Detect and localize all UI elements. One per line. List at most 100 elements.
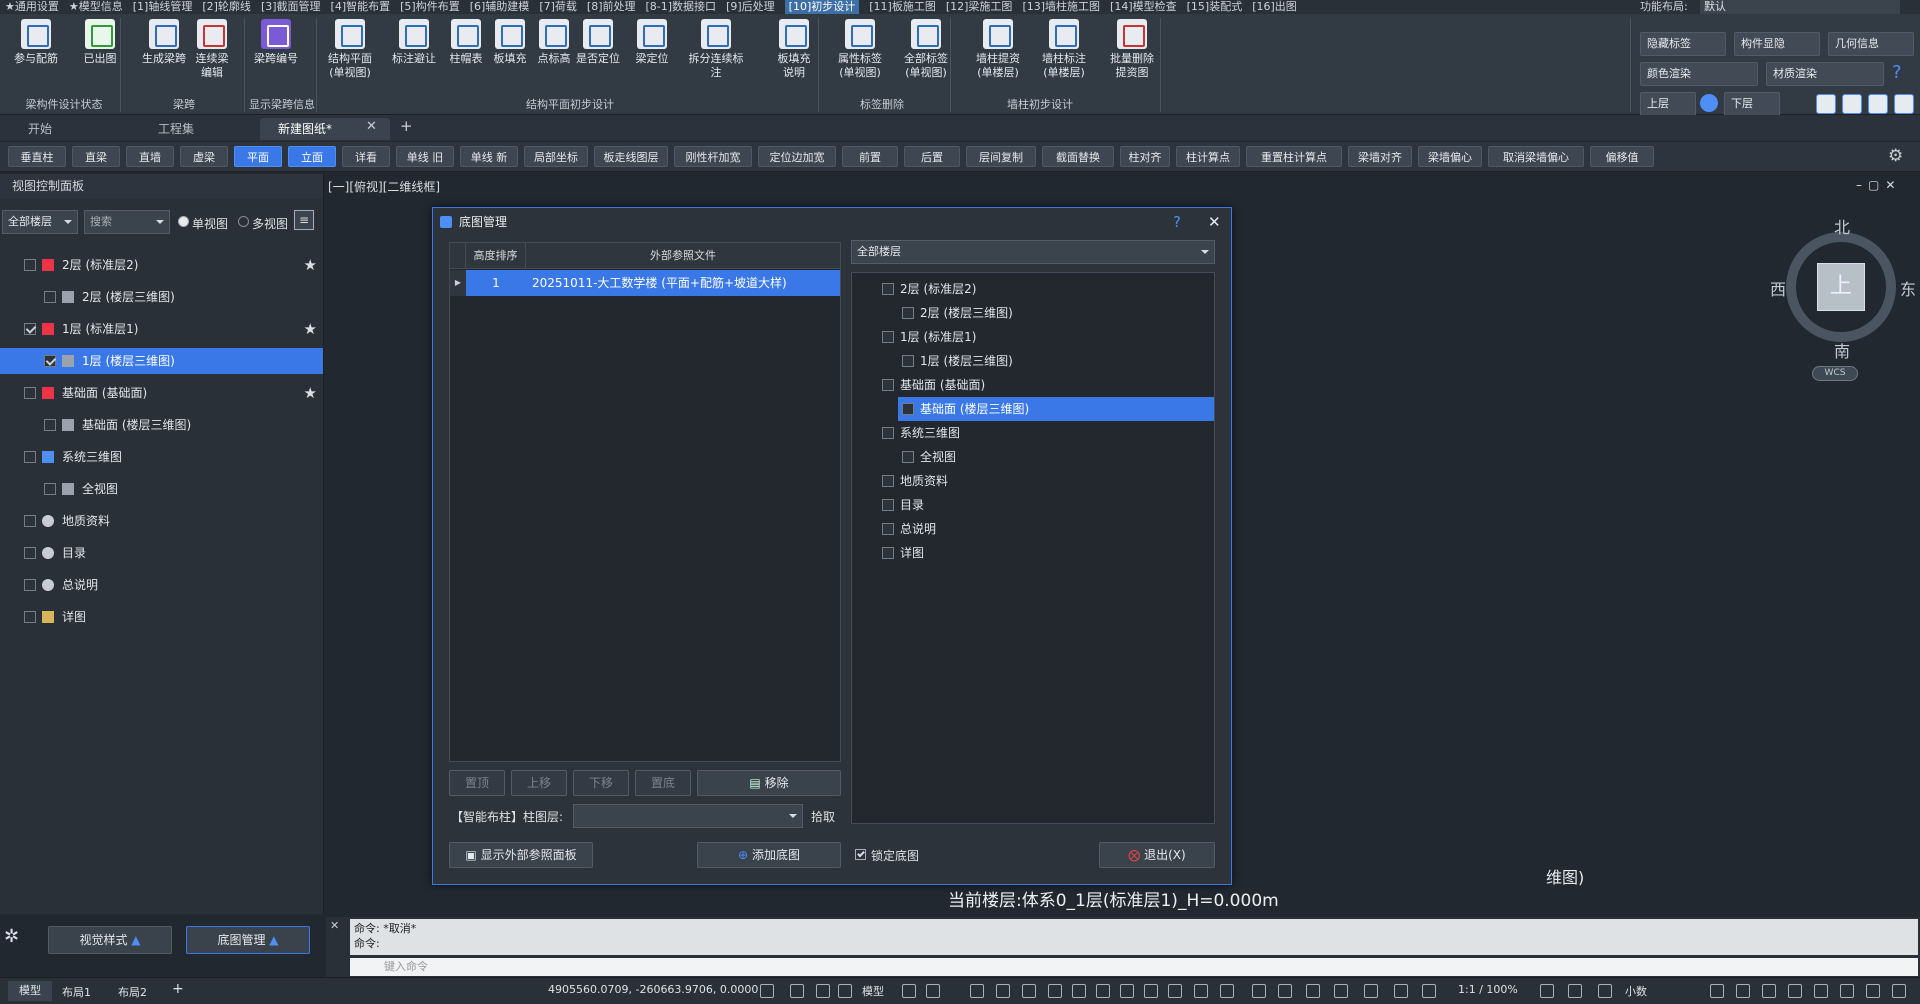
floor-tree-node[interactable]: 详图	[878, 541, 1214, 565]
status-toggle-icon[interactable]	[1252, 984, 1266, 998]
participate-rebar-button[interactable]: 参与配筋	[8, 19, 64, 66]
tree-node[interactable]: 目录	[0, 540, 323, 566]
menu-item[interactable]: [14]模型检查	[1110, 0, 1177, 14]
tree-node[interactable]: 系统三维图	[0, 444, 323, 470]
floor-tree-node[interactable]: 全视图	[898, 445, 1214, 469]
add-tab-icon[interactable]: +	[400, 117, 413, 135]
tree-checkbox[interactable]	[24, 387, 36, 399]
wcs-button[interactable]: WCS	[1812, 366, 1858, 381]
exit-button[interactable]: ⨂ 退出(X)	[1099, 842, 1215, 868]
toolbar-button[interactable]: 单线 新	[460, 146, 518, 167]
floor-tree-checkbox[interactable]	[882, 427, 894, 439]
model-space-toggle[interactable]: 模型	[862, 983, 884, 999]
compass-south[interactable]: 南	[1834, 338, 1850, 362]
tree-checkbox[interactable]	[44, 291, 56, 303]
floor-tree-checkbox[interactable]	[882, 475, 894, 487]
toolbar-button[interactable]: 垂直柱	[8, 146, 66, 167]
toolbar-button[interactable]: 截面替换	[1042, 146, 1114, 167]
units-select[interactable]: 小数	[1625, 983, 1647, 999]
add-base-button[interactable]: ⊕ 添加底图	[697, 842, 841, 868]
status-toggle-icon[interactable]	[1048, 984, 1062, 998]
show-component-button[interactable]: 构件显隐	[1734, 32, 1820, 56]
layout-select[interactable]: 默认	[1700, 0, 1900, 14]
floor-tree-checkbox[interactable]	[902, 403, 914, 415]
tree-checkbox[interactable]	[24, 611, 36, 623]
tab-layout2[interactable]: 布局2	[118, 984, 147, 1000]
fit-view-icon[interactable]	[1868, 94, 1888, 114]
status-toggle-icon[interactable]	[816, 984, 830, 998]
status-toggle-icon[interactable]	[838, 984, 852, 998]
status-toggle-icon[interactable]	[996, 984, 1010, 998]
pick-button[interactable]: 拾取	[811, 808, 835, 825]
toolbar-button[interactable]: 柱对齐	[1120, 146, 1170, 167]
column-layer-select[interactable]	[573, 804, 803, 828]
single-view-radio[interactable]	[178, 216, 189, 227]
status-toggle-icon[interactable]	[1168, 984, 1182, 998]
tree-node[interactable]: 全视图	[0, 476, 323, 502]
show-ref-panel-button[interactable]: ▣ 显示外部参照面板	[449, 842, 593, 868]
toolbar-button[interactable]: 局部坐标	[524, 146, 588, 167]
view-mode-label[interactable]: [一][俯视][二维线框]	[328, 178, 440, 195]
status-toggle-icon[interactable]	[1220, 984, 1234, 998]
floor-tree-checkbox[interactable]	[902, 451, 914, 463]
floor-tree-checkbox[interactable]	[902, 307, 914, 319]
tree-node[interactable]: 2层 (楼层三维图)	[0, 284, 323, 310]
menu-item[interactable]: [10]初步设计	[784, 0, 860, 14]
base-manage-button[interactable]: 底图管理 ▲	[186, 926, 310, 954]
move-bottom-button[interactable]: 置底	[635, 770, 691, 796]
wall-column-data-button[interactable]: 墙柱提资 (单楼层)	[970, 19, 1026, 80]
status-toggle-icon[interactable]	[1540, 984, 1554, 998]
star-icon[interactable]: ★	[304, 380, 317, 406]
toolbar-button[interactable]: 后置	[904, 146, 960, 167]
floor-tree-node[interactable]: 目录	[878, 493, 1214, 517]
gear-icon[interactable]	[1700, 94, 1718, 112]
status-toggle-icon[interactable]	[760, 984, 774, 998]
col-sort-header[interactable]: 高度排序	[466, 243, 526, 269]
move-down-button[interactable]: 下移	[573, 770, 629, 796]
status-toggle-icon[interactable]	[1394, 984, 1408, 998]
toolbar-button[interactable]: 梁墙对齐	[1348, 146, 1412, 167]
close-icon[interactable]: ✕	[1208, 208, 1221, 236]
scale-readout[interactable]: 1:1 / 100%	[1458, 983, 1518, 996]
tree-checkbox[interactable]	[24, 259, 36, 271]
tree-node[interactable]: 地质资料	[0, 508, 323, 534]
floor-tree-checkbox[interactable]	[882, 331, 894, 343]
geo-info-button[interactable]: 几何信息	[1828, 32, 1914, 56]
floor-select[interactable]: 全部楼层	[851, 240, 1215, 264]
status-toggle-icon[interactable]	[970, 984, 984, 998]
status-toggle-icon[interactable]	[1306, 984, 1320, 998]
floor-tree-node[interactable]: 基础面 (楼层三维图)	[898, 397, 1214, 421]
menu-item[interactable]: [11]板施工图	[869, 0, 936, 14]
status-toggle-icon[interactable]	[1194, 984, 1208, 998]
view-cube[interactable]: 上 北 南 西 东	[1770, 218, 1916, 361]
star-icon[interactable]: ★	[304, 252, 317, 278]
toolbar-button[interactable]: 层间复制	[966, 146, 1036, 167]
status-toggle-icon[interactable]	[1788, 984, 1802, 998]
menu-item[interactable]: ★通用设置	[5, 0, 59, 14]
menu-item[interactable]: [1]轴线管理	[133, 0, 193, 14]
move-up-button[interactable]: 上移	[511, 770, 567, 796]
attr-label-button[interactable]: 属性标签 (单视图)	[832, 19, 888, 80]
tree-checkbox[interactable]	[24, 547, 36, 559]
status-toggle-icon[interactable]	[1892, 984, 1906, 998]
toolbar-button[interactable]: 立面	[288, 146, 336, 167]
status-toggle-icon[interactable]	[1096, 984, 1110, 998]
star-icon[interactable]: ★	[304, 316, 317, 342]
help-icon[interactable]: ?	[1173, 208, 1181, 236]
col-file-header[interactable]: 外部参照文件	[526, 243, 840, 269]
menu-item[interactable]: [9]后处理	[726, 0, 775, 14]
floor-tree-node[interactable]: 1层 (标准层1)	[878, 325, 1214, 349]
page-icon[interactable]	[1894, 94, 1914, 114]
tab-layout1[interactable]: 布局1	[62, 984, 91, 1000]
toolbar-button[interactable]: 板走线图层	[594, 146, 668, 167]
hide-label-button[interactable]: 隐藏标签	[1640, 32, 1726, 56]
status-toggle-icon[interactable]	[1278, 984, 1292, 998]
menu-item[interactable]: [15]装配式	[1187, 0, 1243, 14]
floor-tree-node[interactable]: 基础面 (基础面)	[878, 373, 1214, 397]
color-render-select[interactable]: 颜色渲染	[1640, 62, 1758, 86]
toolbar-button[interactable]: 直梁	[72, 146, 120, 167]
toolbar-button[interactable]: 重置柱计算点	[1246, 146, 1342, 167]
status-toggle-icon[interactable]	[1144, 984, 1158, 998]
beam-locate-button[interactable]: 梁定位	[624, 19, 680, 66]
status-toggle-icon[interactable]	[902, 984, 916, 998]
